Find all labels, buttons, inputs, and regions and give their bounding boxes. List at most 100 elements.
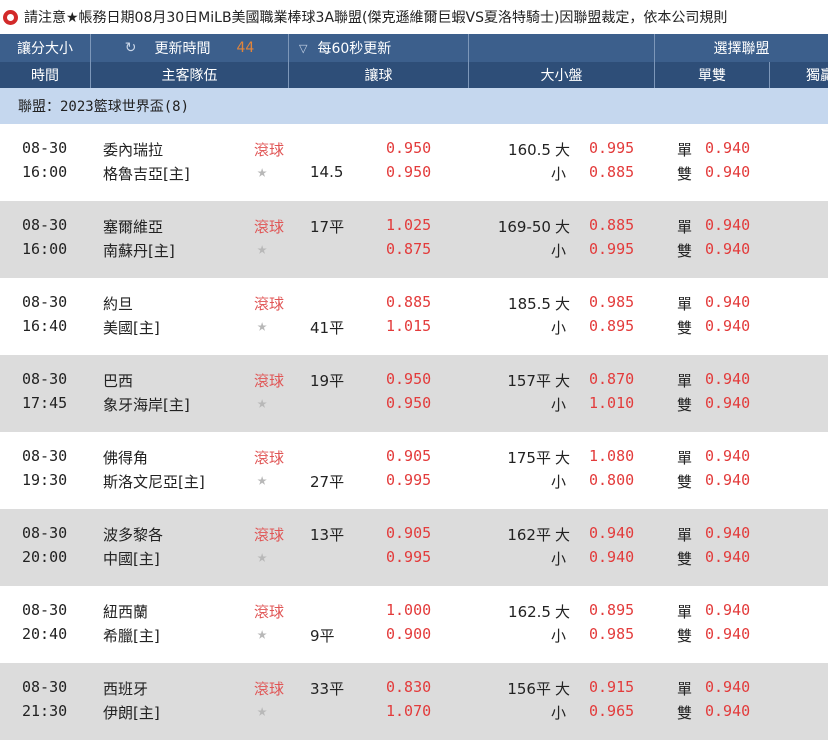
over-odds[interactable]: 0.885 [589, 216, 634, 234]
favorite-star-icon[interactable]: ★ [257, 624, 267, 644]
odd-odds[interactable]: 0.940 [705, 139, 750, 157]
handicap-odds-home[interactable]: 0.875 [386, 240, 431, 258]
over-label: 大 [554, 141, 570, 159]
over-label: 大 [554, 295, 570, 313]
refresh-button[interactable]: ↻ 更新時間 44 [90, 34, 288, 62]
match-time: 17:45 [22, 394, 68, 412]
handicap-odds-away[interactable]: 1.000 [386, 601, 431, 619]
handicap-odds-away[interactable]: 0.885 [386, 293, 431, 311]
even-label: 雙 [677, 550, 693, 568]
under-odds[interactable]: 0.965 [589, 702, 634, 720]
over-odds[interactable]: 0.895 [589, 601, 634, 619]
odd-odds[interactable]: 0.940 [705, 216, 750, 234]
even-label: 雙 [677, 627, 693, 645]
under-odds[interactable]: 0.940 [589, 548, 634, 566]
over-odds[interactable]: 0.985 [589, 293, 634, 311]
odd-odds[interactable]: 0.940 [705, 447, 750, 465]
handicap-odds-away[interactable]: 0.905 [386, 524, 431, 542]
match-row[interactable]: 08-30 17:45 巴西 象牙海岸[主] 滾球 19平 0.950 0.950 0.870 1… [0, 355, 828, 432]
match-row[interactable]: 08-30 16:00 塞爾維亞 南蘇丹[主] 滾球 17平 1.025 0.875 0.885… [0, 201, 828, 278]
handicap-odds-home[interactable]: 0.900 [386, 625, 431, 643]
handicap-odds-home[interactable]: 1.070 [386, 702, 431, 720]
match-row[interactable]: 08-30 20:00 波多黎各 中國[主] 滾球 13平 0.905 0.995 0.940 0… [0, 509, 828, 586]
even-odds[interactable]: 0.940 [705, 394, 750, 412]
over-odds[interactable]: 0.870 [589, 370, 634, 388]
odd-odds[interactable]: 0.940 [705, 370, 750, 388]
home-team: 南蘇丹[主] [103, 242, 175, 260]
handicap-odds-home[interactable]: 0.950 [386, 163, 431, 181]
total-line: 169-50 大 [498, 216, 570, 237]
handicap-line-bottom: 41平 [310, 319, 345, 337]
over-odds[interactable]: 0.915 [589, 678, 634, 696]
over-odds[interactable]: 1.080 [589, 447, 634, 465]
match-time: 16:40 [22, 317, 68, 335]
match-row[interactable]: 08-30 16:00 委內瑞拉 格魯吉亞[主] 滾球 14.5 0.950 0.950 0.9… [0, 124, 828, 201]
even-odds[interactable]: 0.940 [705, 317, 750, 335]
league-header[interactable]: 聯盟： 2023籃球世界盃(8) [0, 88, 828, 124]
favorite-star-icon[interactable]: ★ [257, 547, 267, 567]
even-odds[interactable]: 0.940 [705, 625, 750, 643]
favorite-star-icon[interactable]: ★ [257, 701, 267, 721]
even-odds[interactable]: 0.940 [705, 548, 750, 566]
under-odds[interactable]: 1.010 [589, 394, 634, 412]
total-value: 160.5 [508, 141, 551, 159]
under-label: 小 [551, 473, 567, 491]
col-time: 時間 [31, 68, 59, 84]
notice-bar: 請注意★帳務日期08月30日MiLB美國職業棒球3A聯盟(傑克遜維爾巨蝦VS夏洛… [0, 0, 828, 34]
odd-odds[interactable]: 0.940 [705, 293, 750, 311]
away-team: 委內瑞拉 [103, 141, 164, 159]
odd-odds[interactable]: 0.940 [705, 601, 750, 619]
handicap-odds-away[interactable]: 0.905 [386, 447, 431, 465]
handicap-line-top: 33平 [310, 680, 345, 698]
favorite-star-icon[interactable]: ★ [257, 470, 267, 490]
handicap-odds-away[interactable]: 0.950 [386, 139, 431, 157]
handicap-odds-home[interactable]: 0.995 [386, 548, 431, 566]
odd-label: 單 [677, 449, 693, 467]
match-time: 19:30 [22, 471, 68, 489]
even-odds[interactable]: 0.940 [705, 471, 750, 489]
live-badge: 滾球 [254, 218, 285, 236]
handicap-size-button[interactable]: 讓分大小 [0, 34, 90, 62]
handicap-odds-home[interactable]: 1.015 [386, 317, 431, 335]
over-odds[interactable]: 0.995 [589, 139, 634, 157]
favorite-star-icon[interactable]: ★ [257, 239, 267, 259]
even-odds[interactable]: 0.940 [705, 163, 750, 181]
match-row[interactable]: 08-30 19:30 佛得角 斯洛文尼亞[主] 滾球 27平 0.905 0.995 1.08… [0, 432, 828, 509]
total-line: 162平大 [507, 524, 570, 545]
handicap-line-top: 17平 [310, 218, 345, 236]
under-odds[interactable]: 0.885 [589, 163, 634, 181]
over-label: 大 [554, 372, 570, 390]
match-date: 08-30 [22, 601, 68, 619]
favorite-star-icon[interactable]: ★ [257, 162, 267, 182]
under-odds[interactable]: 0.995 [589, 240, 634, 258]
even-odds[interactable]: 0.940 [705, 240, 750, 258]
league-select-button[interactable]: 選擇聯盟 [654, 34, 828, 62]
over-odds[interactable]: 0.940 [589, 524, 634, 542]
under-odds[interactable]: 0.800 [589, 471, 634, 489]
total-line: 175平大 [507, 447, 570, 468]
favorite-star-icon[interactable]: ★ [257, 393, 267, 413]
odd-odds[interactable]: 0.940 [705, 524, 750, 542]
handicap-odds-away[interactable]: 0.950 [386, 370, 431, 388]
even-odds[interactable]: 0.940 [705, 702, 750, 720]
away-team: 巴西 [103, 372, 134, 390]
under-odds[interactable]: 0.895 [589, 317, 634, 335]
total-value: 169-50 [497, 218, 551, 236]
favorite-star-icon[interactable]: ★ [257, 316, 267, 336]
match-time: 16:00 [22, 163, 68, 181]
handicap-odds-away[interactable]: 0.830 [386, 678, 431, 696]
league-name: 2023籃球世界盃(8) [60, 99, 190, 115]
match-row[interactable]: 08-30 20:40 紐西蘭 希臘[主] 滾球 9平 1.000 0.900 0.895 0.9… [0, 586, 828, 663]
match-time: 16:00 [22, 240, 68, 258]
handicap-odds-away[interactable]: 1.025 [386, 216, 431, 234]
handicap-odds-home[interactable]: 0.950 [386, 394, 431, 412]
match-row[interactable]: 08-30 16:40 約旦 美國[主] 滾球 41平 0.885 1.015 0.985 0.8… [0, 278, 828, 355]
handicap-odds-home[interactable]: 0.995 [386, 471, 431, 489]
toolbar: 讓分大小 ↻ 更新時間 44 ▽ 每60秒更新 選擇聯盟 [0, 34, 828, 62]
home-team: 中國[主] [103, 550, 160, 568]
match-time: 20:00 [22, 548, 68, 566]
odd-odds[interactable]: 0.940 [705, 678, 750, 696]
match-row[interactable]: 08-30 21:30 西班牙 伊朗[主] 滾球 33平 0.830 1.070 0.915 0.… [0, 663, 828, 740]
under-odds[interactable]: 0.985 [589, 625, 634, 643]
refresh-interval-select[interactable]: ▽ 每60秒更新 [288, 34, 468, 62]
